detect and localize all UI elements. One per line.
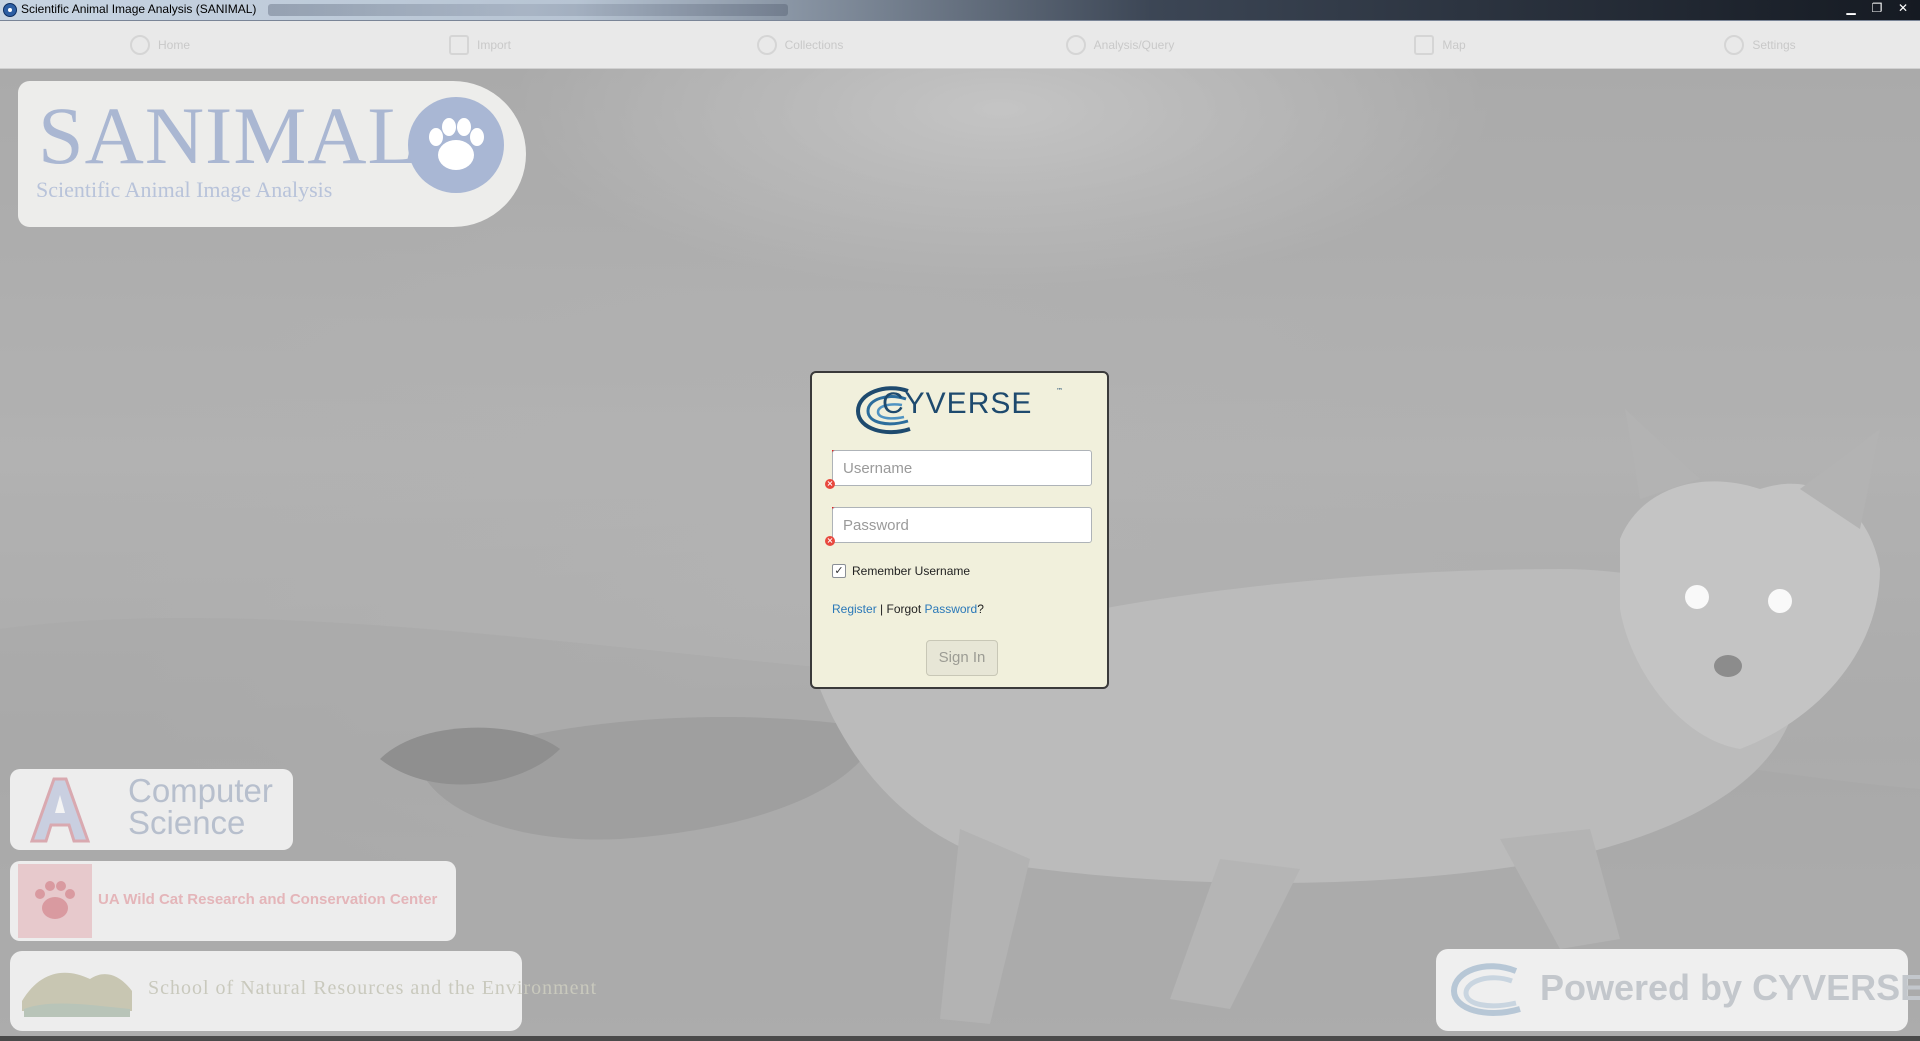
window-controls: ▁ ❐ ✕	[1840, 0, 1914, 20]
home-icon	[129, 34, 150, 55]
map-icon	[1414, 34, 1435, 55]
cyverse-wordmark: CYVERSE	[882, 387, 1033, 420]
register-link[interactable]: Register	[832, 602, 877, 616]
window-title: Scientific Animal Image Analysis (SANIMA…	[21, 2, 257, 16]
password-input[interactable]	[832, 507, 1092, 543]
close-button[interactable]: ✕	[1892, 0, 1914, 17]
computer-science-text: Computer Science	[128, 772, 273, 841]
university-a-icon	[29, 777, 91, 843]
powered-by-text: Powered by CYVERSE	[1540, 967, 1920, 1008]
paw-badge-icon	[18, 864, 92, 938]
import-icon	[448, 34, 469, 55]
sanimal-wordmark: SANIMAL	[38, 90, 419, 181]
title-path-area	[268, 4, 788, 16]
account-links: Register | Forgot Password?	[832, 602, 984, 616]
ua-computer-science-logo: Computer Science	[10, 769, 293, 850]
username-input[interactable]	[832, 450, 1092, 486]
sanimal-subtitle: Scientific Animal Image Analysis	[36, 177, 333, 202]
powered-by-cyverse-logo: Powered by CYVERSE	[1436, 949, 1920, 1031]
tab-home[interactable]: Home	[0, 21, 320, 68]
cyverse-swoosh-icon	[1450, 963, 1521, 1016]
window-title-bar[interactable]: Scientific Animal Image Analysis (SANIMA…	[0, 0, 1920, 21]
restore-button[interactable]: ❐	[1866, 0, 1888, 17]
landscape-icon	[22, 972, 132, 1017]
app-icon	[3, 3, 17, 17]
remember-username-checkbox[interactable]: ✓	[832, 564, 846, 578]
tab-label: Map	[1442, 37, 1466, 52]
search-icon	[1065, 34, 1086, 55]
link-separator: |	[880, 602, 884, 616]
wild-cat-center-logo: UA Wild Cat Research and Conservation Ce…	[10, 861, 456, 941]
tab-map[interactable]: Map	[1280, 21, 1600, 68]
minimize-button[interactable]: ▁	[1840, 0, 1862, 17]
tab-label: Settings	[1752, 37, 1796, 52]
window-bottom-border	[0, 1036, 1920, 1041]
sign-in-button[interactable]: Sign In	[926, 640, 998, 676]
tab-collections[interactable]: Collections	[640, 21, 960, 68]
remember-username-label: Remember Username	[852, 564, 971, 578]
main-tab-bar: Home Import Collections Analysis/Query M…	[0, 21, 1920, 69]
tab-analysis[interactable]: Analysis/Query	[960, 21, 1280, 68]
wild-cat-center-text: UA Wild Cat Research and Conservation Ce…	[98, 891, 438, 908]
forgot-text: Forgot	[886, 602, 922, 616]
tab-label: Import	[476, 37, 511, 52]
tab-label: Analysis/Query	[1093, 37, 1175, 52]
forgot-password-link[interactable]: Password	[925, 602, 978, 616]
gear-icon	[1724, 34, 1745, 55]
error-icon: ×	[825, 536, 835, 546]
tab-settings[interactable]: Settings	[1600, 21, 1920, 68]
tab-import[interactable]: Import	[320, 21, 640, 68]
error-icon: ×	[825, 479, 835, 489]
login-dialog: CYVERSE ™ × × ✓ Remember Username Regist…	[810, 371, 1109, 689]
remember-username-row[interactable]: ✓ Remember Username	[832, 564, 970, 578]
question-mark: ?	[977, 602, 984, 616]
sanimal-logo: SANIMAL Scientific Animal Image Analysis	[18, 81, 526, 227]
tab-label: Home	[157, 37, 190, 52]
snre-text: School of Natural Resources and the Envi…	[148, 977, 598, 999]
snre-logo: School of Natural Resources and the Envi…	[10, 951, 596, 1031]
collections-icon	[756, 34, 777, 55]
tab-label: Collections	[784, 37, 844, 52]
trademark-symbol: ™	[1056, 387, 1063, 395]
paw-icon	[408, 97, 504, 193]
